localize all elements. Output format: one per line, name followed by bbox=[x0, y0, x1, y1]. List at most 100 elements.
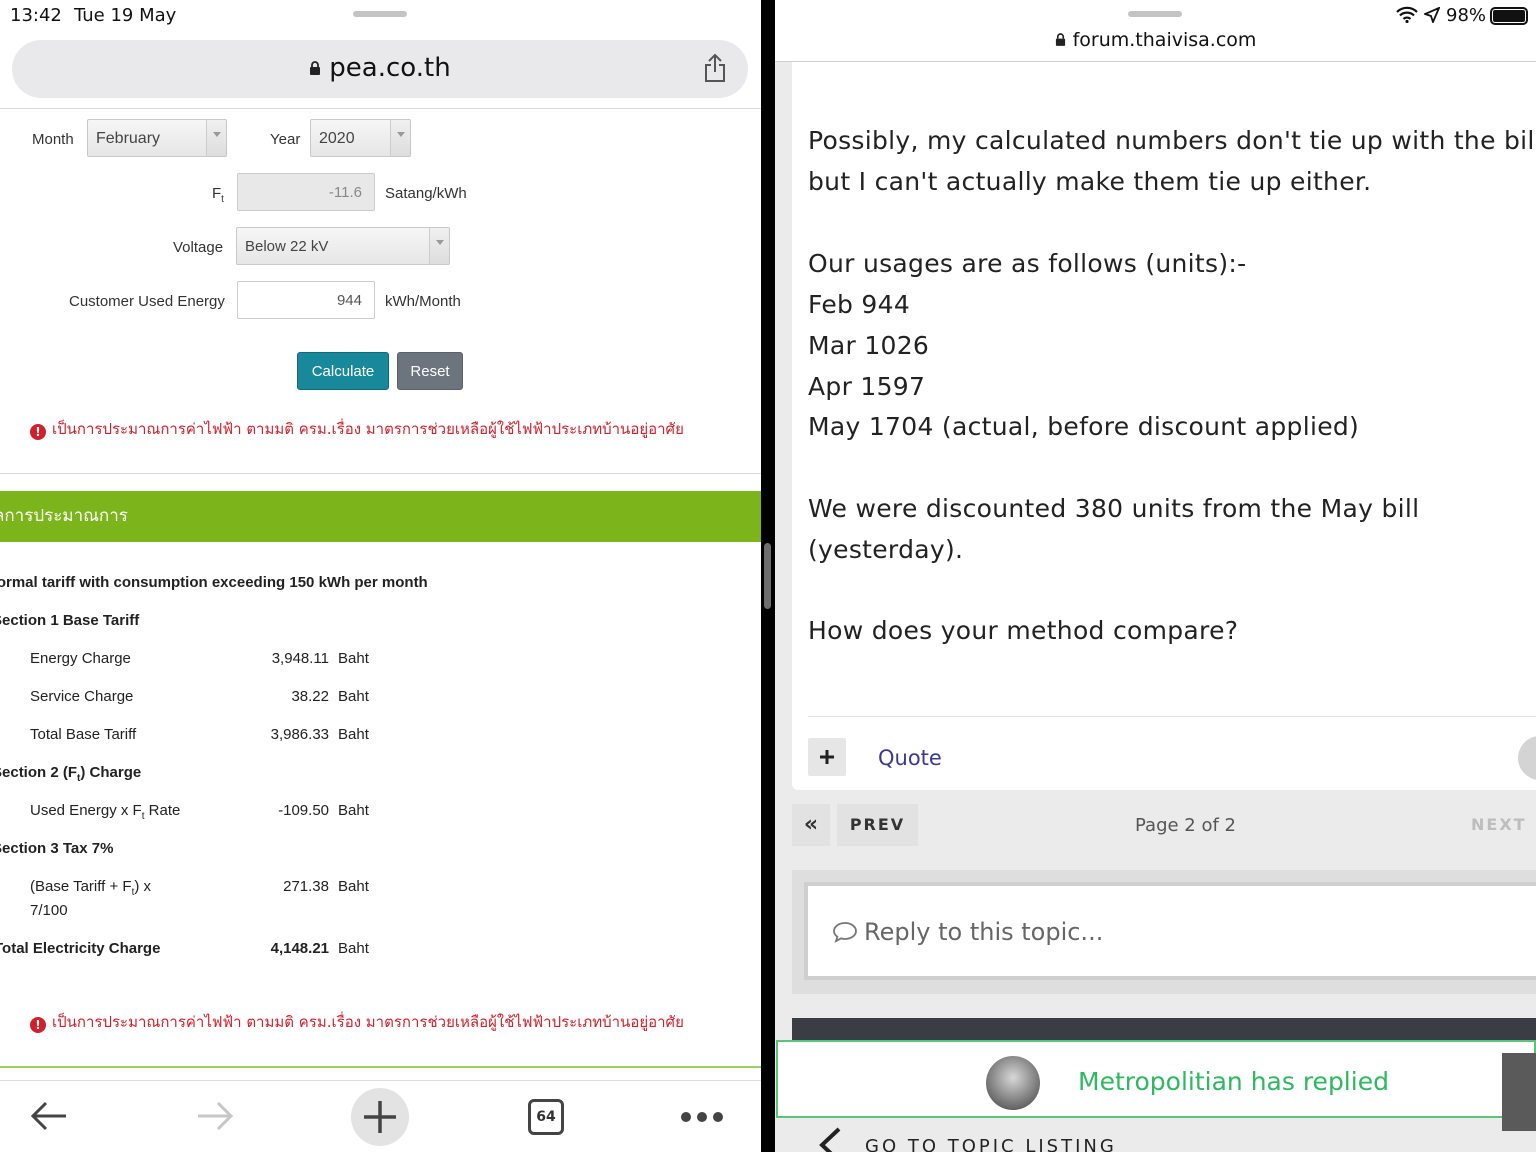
battery-icon bbox=[1490, 7, 1528, 25]
month-select-value: February bbox=[96, 130, 161, 147]
post-line: Apr 1597 bbox=[808, 372, 926, 401]
side-action-button[interactable] bbox=[1502, 1053, 1536, 1131]
toolbar-divider bbox=[0, 108, 761, 109]
notice-top: ! เป็นการประมาณการค่าไฟฟ้า ตามมติ ครม.เรื… bbox=[30, 417, 684, 441]
post-line: Feb 944 bbox=[808, 290, 911, 319]
tax-label-line1: (Base Tariff + Ft) x bbox=[30, 878, 152, 898]
alert-icon: ! bbox=[30, 1017, 46, 1033]
total-base-value: 3,986.33 bbox=[270, 726, 329, 743]
chevron-down-icon bbox=[390, 120, 410, 156]
tabs-count-button[interactable]: 64 bbox=[528, 1099, 564, 1135]
month-select[interactable]: February bbox=[87, 119, 227, 157]
reply-placeholder: Reply to this topic... bbox=[864, 918, 1104, 946]
ft-rate-label: Used Energy x Ft Rate bbox=[30, 802, 181, 822]
wifi-icon bbox=[1396, 6, 1418, 23]
energy-unit: kWh/Month bbox=[385, 293, 461, 310]
back-arrow-icon[interactable] bbox=[30, 1099, 68, 1133]
first-page-icon[interactable]: « bbox=[792, 804, 830, 846]
unit-baht: Baht bbox=[338, 726, 369, 743]
service-charge-label: Service Charge bbox=[30, 688, 134, 705]
reply-input[interactable]: Reply to this topic... bbox=[804, 882, 1536, 980]
section2-title: Section 2 (Ft) Charge bbox=[0, 764, 142, 784]
browser-toolbar: 64 bbox=[0, 1080, 761, 1152]
next-button: NEXT bbox=[1471, 815, 1527, 834]
location-icon bbox=[1424, 7, 1440, 23]
reply-notification[interactable]: Metropolitian has replied bbox=[776, 1040, 1536, 1118]
chevron-left-icon[interactable] bbox=[817, 1126, 843, 1152]
more-icon[interactable] bbox=[680, 1111, 724, 1123]
right-pane-safari: 98% forum.thaivisa.com Possibly, my calc… bbox=[775, 0, 1536, 1152]
post-line: Possibly, my calculated numbers don't ti… bbox=[808, 126, 1536, 155]
tax-value: 271.38 bbox=[283, 878, 329, 895]
unit-baht: Baht bbox=[338, 688, 369, 705]
result-header-bar: ผลการประมาณการ bbox=[0, 491, 761, 542]
window-grabber[interactable] bbox=[1128, 11, 1182, 17]
post-line: (yesterday). bbox=[808, 535, 964, 564]
window-grabber[interactable] bbox=[353, 11, 407, 17]
reply-placeholder-wrap: Reply to this topic... bbox=[832, 918, 1103, 946]
page-info: Page 2 of 2 bbox=[1135, 815, 1236, 836]
status-date: Tue 19 May bbox=[74, 5, 177, 26]
status-time: 13:42 bbox=[10, 5, 62, 26]
right-address-bar[interactable]: 98% forum.thaivisa.com bbox=[775, 0, 1536, 62]
chevron-down-icon bbox=[429, 228, 449, 264]
address-bar[interactable]: pea.co.th bbox=[12, 40, 748, 98]
section3-title: Section 3 Tax 7% bbox=[0, 840, 114, 857]
forum-post: Possibly, my calculated numbers don't ti… bbox=[792, 62, 1536, 790]
voltage-label: Voltage bbox=[173, 239, 224, 256]
right-address-text: forum.thaivisa.com bbox=[775, 29, 1536, 51]
plus-icon bbox=[364, 1101, 396, 1133]
goto-topic-listing[interactable]: GO TO TOPIC LISTING bbox=[865, 1136, 1117, 1152]
unit-baht: Baht bbox=[338, 878, 369, 895]
forward-arrow-icon[interactable] bbox=[196, 1099, 234, 1133]
unit-baht: Baht bbox=[338, 802, 369, 819]
share-icon[interactable] bbox=[702, 53, 728, 83]
lock-icon bbox=[310, 61, 321, 75]
unit-baht: Baht bbox=[338, 940, 369, 957]
reaction-icon[interactable] bbox=[1518, 736, 1536, 780]
ft-unit: Satang/kWh bbox=[385, 185, 467, 202]
energy-charge-label: Energy Charge bbox=[30, 650, 131, 667]
calculate-button[interactable]: Calculate bbox=[297, 352, 389, 390]
new-tab-button[interactable] bbox=[351, 1088, 409, 1146]
total-base-label: Total Base Tariff bbox=[30, 726, 137, 743]
speech-bubble-icon bbox=[833, 922, 857, 943]
year-label: Year bbox=[270, 131, 301, 148]
post-line: May 1704 (actual, before discount applie… bbox=[808, 412, 1360, 441]
tax-label-line2: 7/100 bbox=[30, 902, 68, 919]
footer-divider bbox=[0, 1066, 761, 1068]
plus-icon bbox=[820, 750, 834, 764]
ft-input: -11.6 bbox=[237, 173, 375, 211]
total-charge-label: Total Electricity Charge bbox=[0, 940, 161, 957]
quote-link[interactable]: Quote bbox=[878, 746, 942, 770]
multiquote-button[interactable] bbox=[808, 738, 846, 776]
post-line: We were discounted 380 units from the Ma… bbox=[808, 494, 1420, 523]
unit-baht: Baht bbox=[338, 650, 369, 667]
total-charge-value: 4,148.21 bbox=[270, 940, 329, 957]
split-view-handle[interactable] bbox=[764, 543, 771, 609]
notification-text: Metropolitian has replied bbox=[1078, 1067, 1389, 1096]
post-line: Mar 1026 bbox=[808, 331, 930, 360]
year-select-value: 2020 bbox=[319, 130, 355, 147]
chevron-down-icon bbox=[206, 120, 226, 156]
section1-title: Section 1 Base Tariff bbox=[0, 612, 140, 629]
address-text-wrap: pea.co.th bbox=[12, 53, 748, 83]
alert-icon: ! bbox=[30, 424, 46, 440]
prev-button[interactable]: PREV bbox=[837, 804, 918, 846]
tariff-title: Normal tariff with consumption exceeding… bbox=[0, 574, 428, 591]
post-footer-divider bbox=[808, 716, 1536, 717]
address-url: pea.co.th bbox=[329, 53, 451, 83]
voltage-select[interactable]: Below 22 kV bbox=[236, 227, 450, 265]
lock-icon bbox=[1055, 33, 1065, 46]
right-address-url: forum.thaivisa.com bbox=[1072, 29, 1257, 51]
result-header-text: ผลการประมาณการ bbox=[0, 506, 128, 526]
energy-charge-value: 3,948.11 bbox=[271, 650, 329, 667]
energy-input[interactable]: 944 bbox=[237, 281, 375, 319]
ft-rate-value: -109.50 bbox=[278, 802, 329, 819]
year-select[interactable]: 2020 bbox=[310, 119, 411, 157]
reply-area: Reply to this topic... bbox=[792, 870, 1536, 994]
left-pane-safari: 13:42 Tue 19 May pea.co.th Month Februar… bbox=[0, 0, 761, 1152]
reset-button[interactable]: Reset bbox=[397, 352, 463, 390]
service-charge-value: 38.22 bbox=[291, 688, 329, 705]
section-divider bbox=[0, 473, 761, 474]
